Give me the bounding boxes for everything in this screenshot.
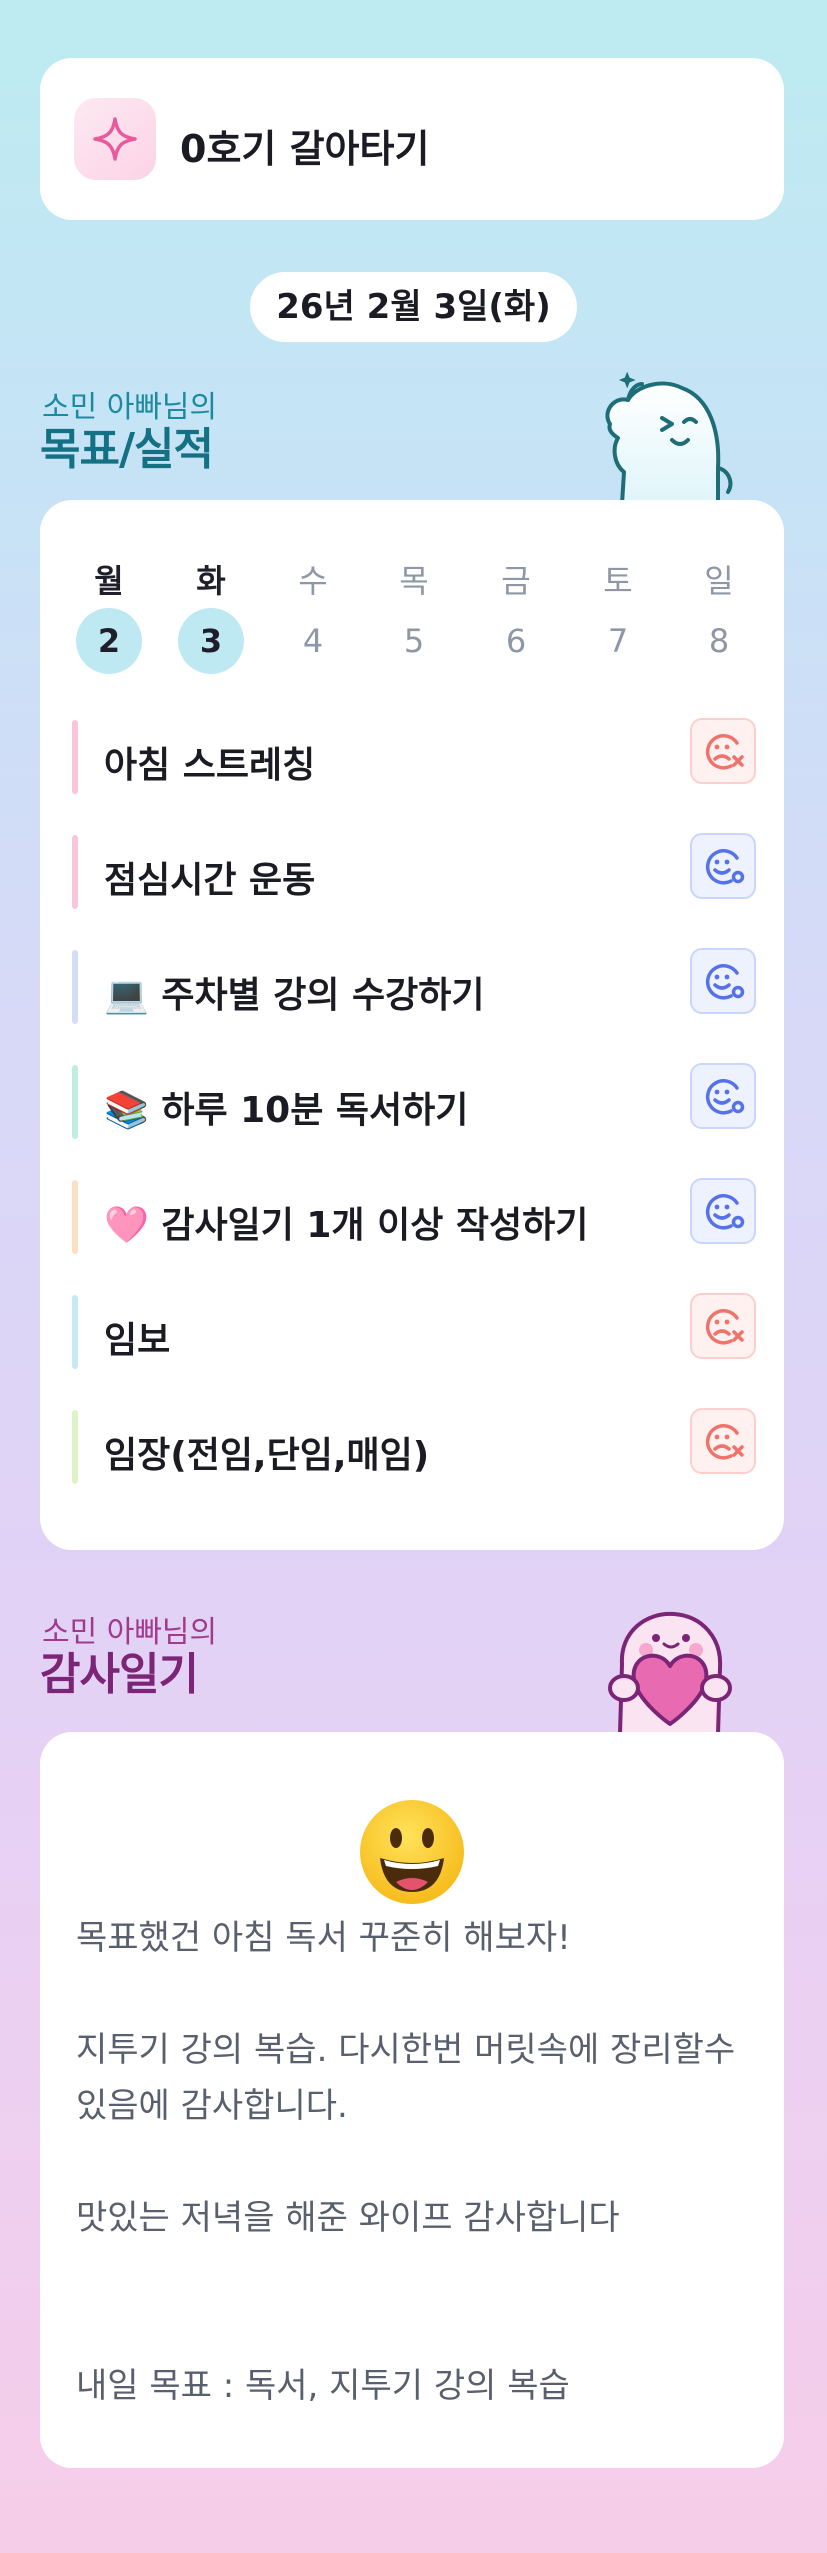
goal-label: 아침 스트레칭 xyxy=(104,745,316,786)
goal-color-bar xyxy=(72,835,78,909)
smile-check-face-icon[interactable] xyxy=(690,833,756,899)
goal-label: 점심시간 운동 xyxy=(104,860,316,901)
date-2[interactable]: 2 xyxy=(76,608,142,674)
goals-card: 월 화 수 목 금 토 일 2 3 4 5 6 7 8 아침 스트레칭점심시간 … xyxy=(40,500,784,1550)
weekday-wed: 수 xyxy=(298,562,328,600)
goals-section-title: 목표/실적 xyxy=(40,424,214,475)
grinning-face-emoji xyxy=(358,1798,466,1906)
goal-color-bar xyxy=(72,720,78,794)
heart-mascot-icon xyxy=(590,1604,750,1738)
sad-x-face-icon[interactable] xyxy=(690,718,756,784)
goal-label: 🩷 감사일기 1개 이상 작성하기 xyxy=(104,1205,589,1246)
goal-row[interactable]: 아침 스트레칭 xyxy=(72,718,756,796)
sparkle-icon xyxy=(74,98,156,180)
goal-label: 💻 주차별 강의 수강하기 xyxy=(104,975,485,1016)
diary-card: 목표했건 아침 독서 꾸준히 해보자! 지투기 강의 복습. 다시한번 머릿속에… xyxy=(40,1732,784,2468)
goal-label: 임보 xyxy=(104,1320,171,1361)
goal-color-bar xyxy=(72,950,78,1024)
diary-section-title: 감사일기 xyxy=(40,1649,199,1700)
date-5[interactable]: 5 xyxy=(381,608,447,674)
sad-x-face-icon[interactable] xyxy=(690,1408,756,1474)
goal-color-bar xyxy=(72,1410,78,1484)
goal-color-bar xyxy=(72,1065,78,1139)
smile-check-face-icon[interactable] xyxy=(690,1178,756,1244)
weekday-sat: 토 xyxy=(603,562,633,600)
diary-entry-text[interactable]: 목표했건 아침 독서 꾸준히 해보자! 지투기 강의 복습. 다시한번 머릿속에… xyxy=(76,1910,756,2414)
goal-row[interactable]: 임보 xyxy=(72,1293,756,1371)
goal-row[interactable]: 점심시간 운동 xyxy=(72,833,756,911)
winking-mascot-icon xyxy=(592,371,752,508)
date-4[interactable]: 4 xyxy=(280,608,346,674)
weekday-tue: 화 xyxy=(196,562,226,600)
goal-label: 📚 하루 10분 독서하기 xyxy=(104,1090,469,1131)
smile-check-face-icon[interactable] xyxy=(690,948,756,1014)
date-8[interactable]: 8 xyxy=(686,608,752,674)
weekday-sun: 일 xyxy=(704,562,734,600)
top-header-card[interactable]: 0호기 갈아타기 xyxy=(40,58,784,220)
date-7[interactable]: 7 xyxy=(585,608,651,674)
goal-row[interactable]: 💻 주차별 강의 수강하기 xyxy=(72,948,756,1026)
date-selector[interactable]: 26년 2월 3일(화) xyxy=(250,272,577,342)
app-title: 0호기 갈아타기 xyxy=(180,127,430,171)
weekday-thu: 목 xyxy=(399,562,429,600)
sad-x-face-icon[interactable] xyxy=(690,1293,756,1359)
weekday-fri: 금 xyxy=(501,562,531,600)
goal-label: 임장(전임,단임,매임) xyxy=(104,1435,430,1476)
goal-color-bar xyxy=(72,1295,78,1369)
date-3[interactable]: 3 xyxy=(178,608,244,674)
weekday-mon: 월 xyxy=(94,562,124,600)
goal-row[interactable]: 🩷 감사일기 1개 이상 작성하기 xyxy=(72,1178,756,1256)
goal-row[interactable]: 📚 하루 10분 독서하기 xyxy=(72,1063,756,1141)
date-6[interactable]: 6 xyxy=(483,608,549,674)
goal-row[interactable]: 임장(전임,단임,매임) xyxy=(72,1408,756,1486)
smile-check-face-icon[interactable] xyxy=(690,1063,756,1129)
goal-color-bar xyxy=(72,1180,78,1254)
